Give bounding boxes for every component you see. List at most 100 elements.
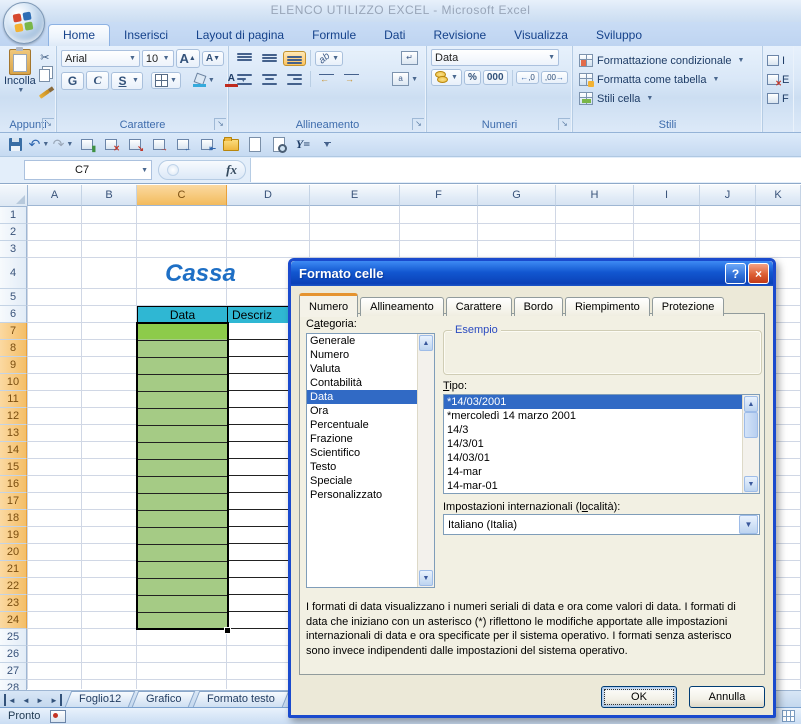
- dialog-tab-carattere[interactable]: Carattere: [445, 297, 512, 316]
- normal-view-icon[interactable]: [782, 710, 795, 722]
- dialog-title-bar[interactable]: Formato celle ? ×: [291, 261, 773, 286]
- number-format-arrow-icon[interactable]: ▼: [548, 54, 555, 61]
- insert-cells-left-button[interactable]: ←: [174, 136, 192, 154]
- decrease-font-button[interactable]: A ▼: [201, 51, 224, 66]
- save-button[interactable]: [6, 136, 24, 154]
- row-header-20[interactable]: 20: [0, 544, 27, 561]
- select-all-corner[interactable]: [0, 185, 28, 207]
- active-cell-c7[interactable]: [138, 324, 227, 339]
- sheet-tab-grafico[interactable]: Grafico: [131, 691, 196, 707]
- type-item[interactable]: 14/03/01: [444, 451, 743, 465]
- bold-button[interactable]: G: [61, 71, 84, 90]
- row-header-16[interactable]: 16: [0, 476, 27, 493]
- fill-handle[interactable]: [224, 627, 231, 634]
- align-bottom-button[interactable]: [283, 50, 306, 66]
- row-header-8[interactable]: 8: [0, 340, 27, 357]
- paste-dropdown-arrow-icon[interactable]: ▼: [17, 87, 24, 94]
- row-header-23[interactable]: 23: [0, 595, 27, 612]
- merge-center-button[interactable]: a ▼: [388, 70, 422, 88]
- category-item-contabilità[interactable]: Contabilità: [307, 376, 418, 390]
- first-sheet-button[interactable]: ◄: [4, 694, 18, 706]
- align-left-button[interactable]: [233, 72, 256, 87]
- insert-cells-button[interactable]: →: [150, 136, 168, 154]
- thousands-format-button[interactable]: 000: [482, 70, 508, 85]
- dialog-tab-bordo[interactable]: Bordo: [513, 297, 563, 316]
- category-item-frazione[interactable]: Frazione: [307, 432, 418, 446]
- column-header-d[interactable]: D: [227, 185, 310, 206]
- category-item-numero[interactable]: Numero: [307, 348, 418, 362]
- ribbon-tab-visualizza[interactable]: Visualizza: [500, 25, 582, 46]
- dialog-tab-numero[interactable]: Numero: [299, 293, 359, 317]
- previous-sheet-button[interactable]: ◄: [20, 694, 32, 706]
- row-header-15[interactable]: 15: [0, 459, 27, 476]
- font-size-combobox[interactable]: 10 ▼: [141, 50, 174, 67]
- name-box[interactable]: C7 ▼: [24, 160, 152, 180]
- type-item[interactable]: 14/3/01: [444, 437, 743, 451]
- sheet-tab-formato-testo[interactable]: Formato testo: [192, 691, 289, 707]
- type-scrollbar[interactable]: ▲ ▼: [742, 395, 759, 493]
- row-header-11[interactable]: 11: [0, 391, 27, 408]
- row-header-7[interactable]: 7: [0, 323, 27, 340]
- last-sheet-button[interactable]: ►: [48, 694, 62, 706]
- macro-record-icon[interactable]: [50, 709, 67, 723]
- row-header-18[interactable]: 18: [0, 510, 27, 527]
- celle-item-2[interactable]: ✕ E: [767, 70, 790, 89]
- row-header-1[interactable]: 1: [0, 207, 27, 224]
- copy-button[interactable]: [36, 67, 54, 84]
- scroll-down-icon[interactable]: ▼: [744, 476, 758, 492]
- appunti-dialog-launcher[interactable]: ↘: [42, 118, 54, 130]
- align-middle-button[interactable]: [258, 51, 281, 66]
- type-item[interactable]: *14/03/2001: [444, 395, 743, 409]
- ribbon-tab-home[interactable]: Home: [48, 24, 111, 46]
- row-header-4[interactable]: 4: [0, 258, 27, 289]
- ribbon-tab-inserisci[interactable]: Inserisci: [110, 25, 182, 46]
- row-header-21[interactable]: 21: [0, 561, 27, 578]
- qat-overflow-button[interactable]: ▼: [318, 136, 336, 154]
- ribbon-tab-layout-di-pagina[interactable]: Layout di pagina: [182, 25, 298, 46]
- column-header-g[interactable]: G: [478, 185, 556, 206]
- scroll-up-icon[interactable]: ▲: [419, 335, 433, 351]
- row-header-28[interactable]: 28: [0, 680, 27, 690]
- category-item-ora[interactable]: Ora: [307, 404, 418, 418]
- cell-cassa-title[interactable]: Cassa: [148, 258, 253, 289]
- underline-button[interactable]: S ▼: [111, 71, 143, 90]
- locale-dropdown[interactable]: Italiano (Italia) ▼: [443, 514, 760, 535]
- undo-button[interactable]: ↶ ▼: [29, 136, 50, 154]
- dialog-tab-protezione[interactable]: Protezione: [651, 297, 725, 316]
- celle-item-3[interactable]: F: [767, 89, 790, 108]
- row-header-14[interactable]: 14: [0, 442, 27, 459]
- ribbon-tab-formule[interactable]: Formule: [298, 25, 370, 46]
- category-item-valuta[interactable]: Valuta: [307, 362, 418, 376]
- cut-button[interactable]: ✂: [36, 49, 54, 66]
- font-dropdown-arrow-icon[interactable]: ▼: [129, 55, 136, 62]
- open-button[interactable]: [222, 136, 240, 154]
- type-item[interactable]: *mercoledì 14 marzo 2001: [444, 409, 743, 423]
- office-button[interactable]: [3, 2, 45, 44]
- name-box-arrow-icon[interactable]: ▼: [141, 167, 148, 174]
- selected-range-c7-c24[interactable]: [136, 322, 229, 630]
- insert-chart-button[interactable]: ▮: [78, 136, 96, 154]
- stili-item-3[interactable]: Stili cella ▼: [577, 89, 758, 108]
- column-header-i[interactable]: I: [634, 185, 700, 206]
- column-header-a[interactable]: A: [28, 185, 82, 206]
- column-header-c[interactable]: C: [137, 185, 227, 206]
- column-header-k[interactable]: K: [756, 185, 801, 206]
- row-header-9[interactable]: 9: [0, 357, 27, 374]
- column-header-e[interactable]: E: [310, 185, 400, 206]
- dialog-close-button[interactable]: ×: [748, 263, 769, 284]
- stili-item-2[interactable]: Formatta come tabella ▼: [577, 70, 758, 89]
- orientation-button[interactable]: ab ▼: [315, 50, 344, 66]
- decrease-indent-button[interactable]: [315, 72, 338, 87]
- borders-button[interactable]: ▼: [150, 72, 181, 89]
- increase-font-button[interactable]: A ▲: [175, 49, 200, 68]
- allineamento-dialog-launcher[interactable]: ↘: [412, 118, 424, 130]
- celle-item-1[interactable]: I: [767, 51, 790, 70]
- dropdown-arrow-icon[interactable]: ▼: [739, 515, 758, 534]
- print-preview-button[interactable]: [270, 136, 288, 154]
- row-header-19[interactable]: 19: [0, 527, 27, 544]
- cancel-button[interactable]: Annulla: [689, 686, 765, 708]
- row-header-3[interactable]: 3: [0, 241, 27, 258]
- column-header-j[interactable]: J: [700, 185, 756, 206]
- numeri-dialog-launcher[interactable]: ↘: [558, 118, 570, 130]
- wrap-text-button[interactable]: ↵: [397, 49, 422, 67]
